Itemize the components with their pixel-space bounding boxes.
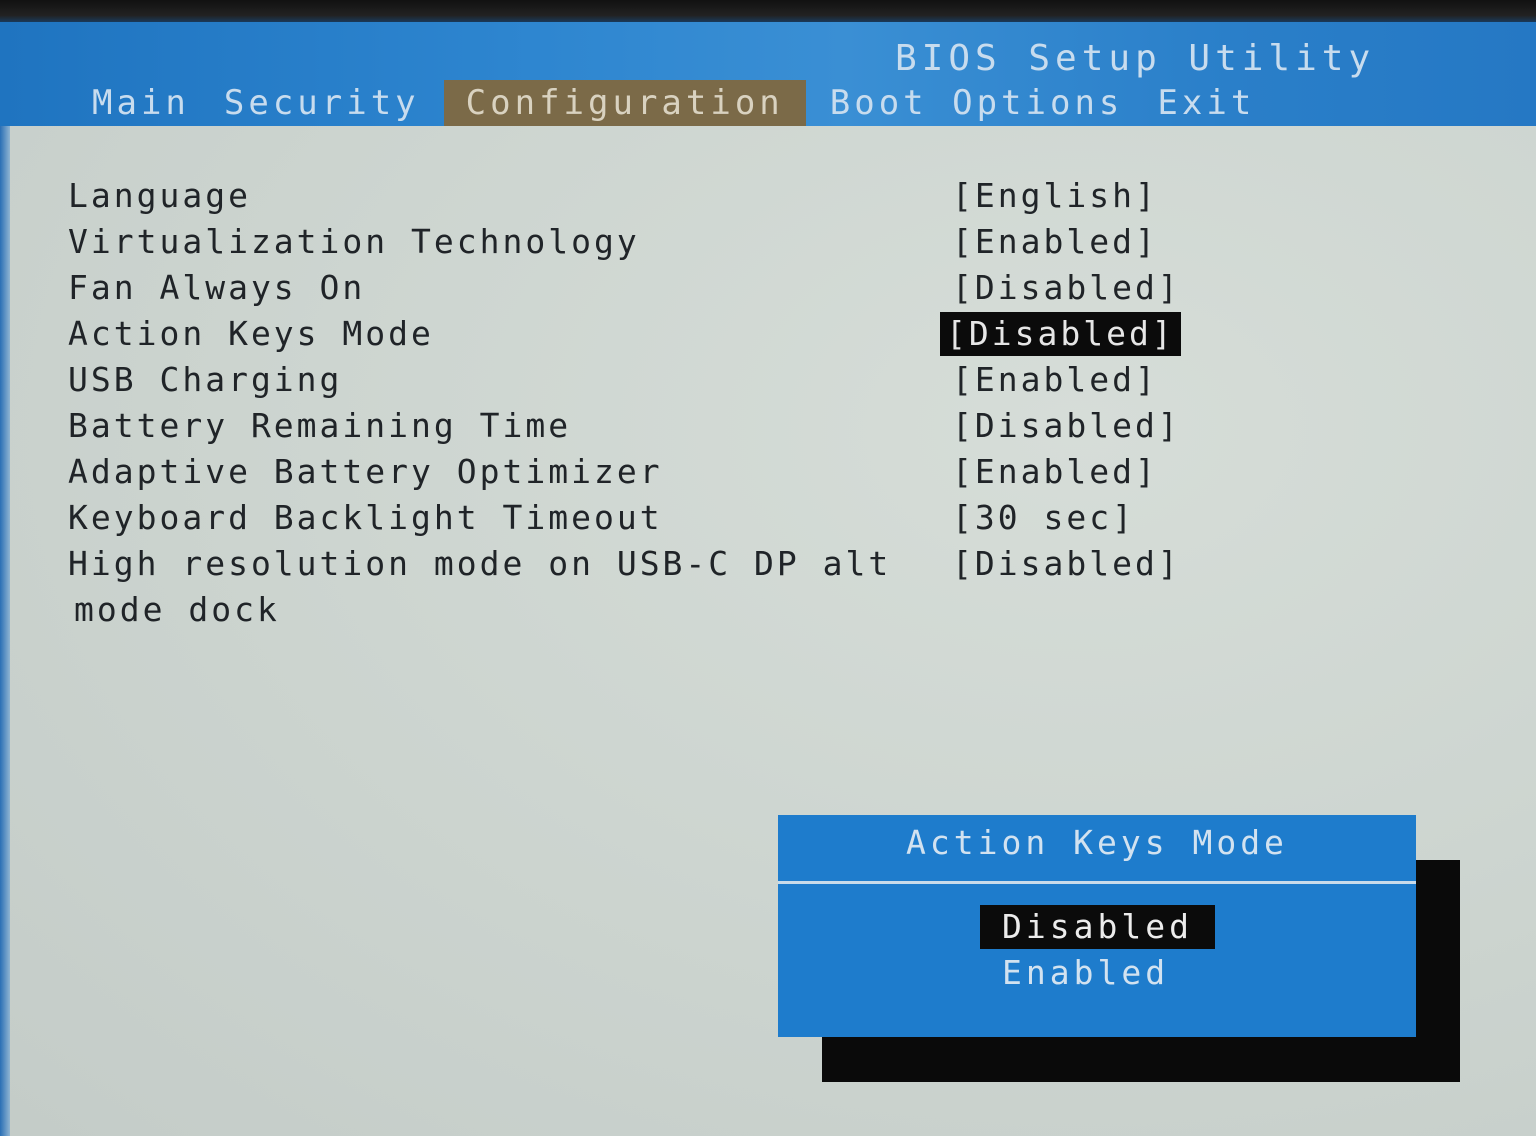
- menu-exit[interactable]: Exit: [1147, 80, 1265, 126]
- setting-label: Keyboard Backlight Timeout: [68, 498, 663, 537]
- bios-screen: BIOS Setup Utility Main Security Configu…: [0, 0, 1536, 1136]
- setting-value[interactable]: [30 sec]: [946, 496, 1141, 540]
- bios-title: BIOS Setup Utility: [895, 38, 1376, 79]
- setting-label: Action Keys Mode: [68, 314, 434, 353]
- popup-divider: [778, 881, 1416, 884]
- screen-edge: [0, 126, 10, 1136]
- setting-value[interactable]: [Disabled]: [946, 542, 1187, 586]
- setting-battery-remaining-time[interactable]: Battery Remaining Time [Disabled]: [68, 404, 1188, 450]
- menu-configuration[interactable]: Configuration: [443, 80, 806, 126]
- action-keys-mode-popup: Action Keys Mode Disabled Enabled: [778, 815, 1416, 1037]
- settings-list: Language [English] Virtualization Techno…: [68, 174, 1188, 629]
- menu-bar: Main Security Configuration Boot Options…: [82, 80, 1279, 126]
- setting-value[interactable]: [Disabled]: [946, 404, 1187, 448]
- setting-virtualization-technology[interactable]: Virtualization Technology [Enabled]: [68, 220, 1188, 266]
- bios-header: BIOS Setup Utility Main Security Configu…: [0, 22, 1536, 126]
- setting-label: Fan Always On: [68, 268, 366, 307]
- setting-value[interactable]: [Enabled]: [946, 220, 1164, 264]
- monitor-bezel: [0, 0, 1536, 22]
- setting-value[interactable]: [Disabled]: [946, 266, 1187, 310]
- setting-label: USB Charging: [68, 360, 343, 399]
- setting-value[interactable]: [Enabled]: [946, 450, 1164, 494]
- setting-label: High resolution mode on USB-C DP alt: [68, 544, 892, 583]
- setting-label: Virtualization Technology: [68, 222, 640, 261]
- setting-value[interactable]: [English]: [946, 174, 1164, 218]
- popup-option-enabled[interactable]: Enabled: [1002, 951, 1169, 995]
- menu-security[interactable]: Security: [214, 80, 430, 126]
- setting-value-selected[interactable]: [Disabled]: [940, 312, 1181, 356]
- setting-keyboard-backlight-timeout[interactable]: Keyboard Backlight Timeout [30 sec]: [68, 496, 1188, 542]
- menu-main[interactable]: Main: [82, 80, 200, 126]
- setting-label: Adaptive Battery Optimizer: [68, 452, 663, 491]
- setting-label: Language: [68, 176, 251, 215]
- setting-language[interactable]: Language [English]: [68, 174, 1188, 220]
- menu-boot-options[interactable]: Boot Options: [820, 80, 1134, 126]
- setting-adaptive-battery-optimizer[interactable]: Adaptive Battery Optimizer [Enabled]: [68, 450, 1188, 496]
- setting-value[interactable]: [Enabled]: [946, 358, 1164, 402]
- setting-usb-charging[interactable]: USB Charging [Enabled]: [68, 358, 1188, 404]
- setting-label-continued: mode dock: [74, 590, 280, 629]
- popup-option-disabled[interactable]: Disabled: [980, 905, 1215, 949]
- setting-label: Battery Remaining Time: [68, 406, 572, 445]
- popup-title: Action Keys Mode: [906, 823, 1288, 862]
- setting-high-resolution-mode[interactable]: High resolution mode on USB-C DP alt mod…: [68, 542, 1188, 629]
- setting-action-keys-mode[interactable]: Action Keys Mode [Disabled]: [68, 312, 1188, 358]
- setting-fan-always-on[interactable]: Fan Always On [Disabled]: [68, 266, 1188, 312]
